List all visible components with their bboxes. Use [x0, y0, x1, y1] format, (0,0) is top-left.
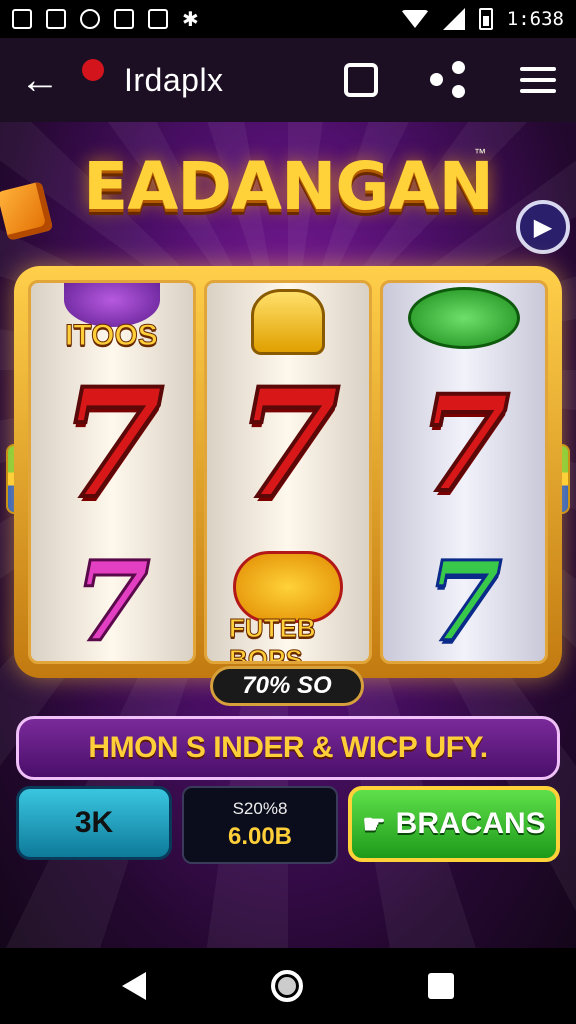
slot-machine-frame: ITOOS 7 7 7 FUTEB BOPS 7 7	[14, 266, 562, 678]
app-title: Irdaplx	[124, 61, 224, 98]
sim-icon	[46, 9, 66, 29]
reel-1-top-label: ITOOS	[65, 319, 159, 353]
green-chip-symbol	[383, 287, 545, 349]
reel-3: 7 7	[380, 280, 548, 664]
clock-icon	[80, 9, 100, 29]
notification-icons: ✱	[12, 7, 199, 32]
system-nav-bar	[0, 948, 576, 1024]
image-icon	[114, 9, 134, 29]
battery-icon	[478, 8, 493, 30]
wifi-icon	[400, 10, 429, 28]
bet-button[interactable]: 3K	[16, 786, 172, 860]
red-seven-symbol: 7	[58, 356, 166, 532]
game-logo: EADANGAN	[83, 148, 494, 225]
signal-icon	[442, 8, 465, 30]
reel-2-bottom-label: FUTEB BOPS	[229, 613, 317, 664]
record-indicator-icon	[82, 59, 104, 81]
status-time: 1:638	[506, 8, 564, 30]
reel-1: ITOOS 7 7	[28, 280, 196, 664]
settings-icon: ✱	[182, 8, 199, 31]
reel-2: 7 FUTEB BOPS	[204, 280, 372, 664]
balance-display: S20%8 6.00B	[182, 786, 338, 864]
notification-icon	[12, 9, 32, 29]
green-seven-symbol: 7	[424, 537, 504, 664]
nav-recents-icon[interactable]	[427, 973, 454, 999]
slot-game: EADANGAN ™ ▶ ITOOS 7 7 7 FUTEB BOPS 7 7 …	[0, 122, 576, 948]
status-bar: ✱ 1:638	[0, 0, 576, 38]
nav-home-icon[interactable]	[270, 970, 303, 1002]
play-icon[interactable]: ▶	[516, 200, 570, 254]
nav-back-icon[interactable]	[122, 972, 147, 1000]
share-icon[interactable]	[430, 61, 468, 99]
control-panel: 3K S20%8 6.00B ☛ BRACANS	[16, 786, 560, 864]
spin-button[interactable]: ☛ BRACANS	[348, 786, 560, 862]
pink-seven-symbol: 7	[72, 537, 152, 664]
menu-icon[interactable]	[520, 67, 556, 93]
bell-symbol	[207, 289, 369, 355]
red-seven-symbol: 7	[416, 367, 512, 522]
hand-pointer-icon: ☛	[362, 808, 386, 839]
balance-label: S20%8	[232, 799, 288, 818]
fullscreen-icon[interactable]	[344, 63, 378, 97]
balance-amount: 6.00B	[227, 823, 293, 850]
file-icon	[148, 9, 168, 29]
app-bar: ← Irdaplx	[0, 38, 576, 122]
trademark: ™	[474, 146, 486, 160]
spin-button-label: BRACANS	[395, 807, 546, 840]
promo-banner[interactable]: HMON S INDER & WICP UFY.	[16, 716, 560, 780]
win-amount-display: 70% SO	[210, 666, 364, 706]
back-arrow-icon[interactable]: ←	[20, 60, 60, 100]
red-seven-symbol: 7	[234, 356, 342, 532]
